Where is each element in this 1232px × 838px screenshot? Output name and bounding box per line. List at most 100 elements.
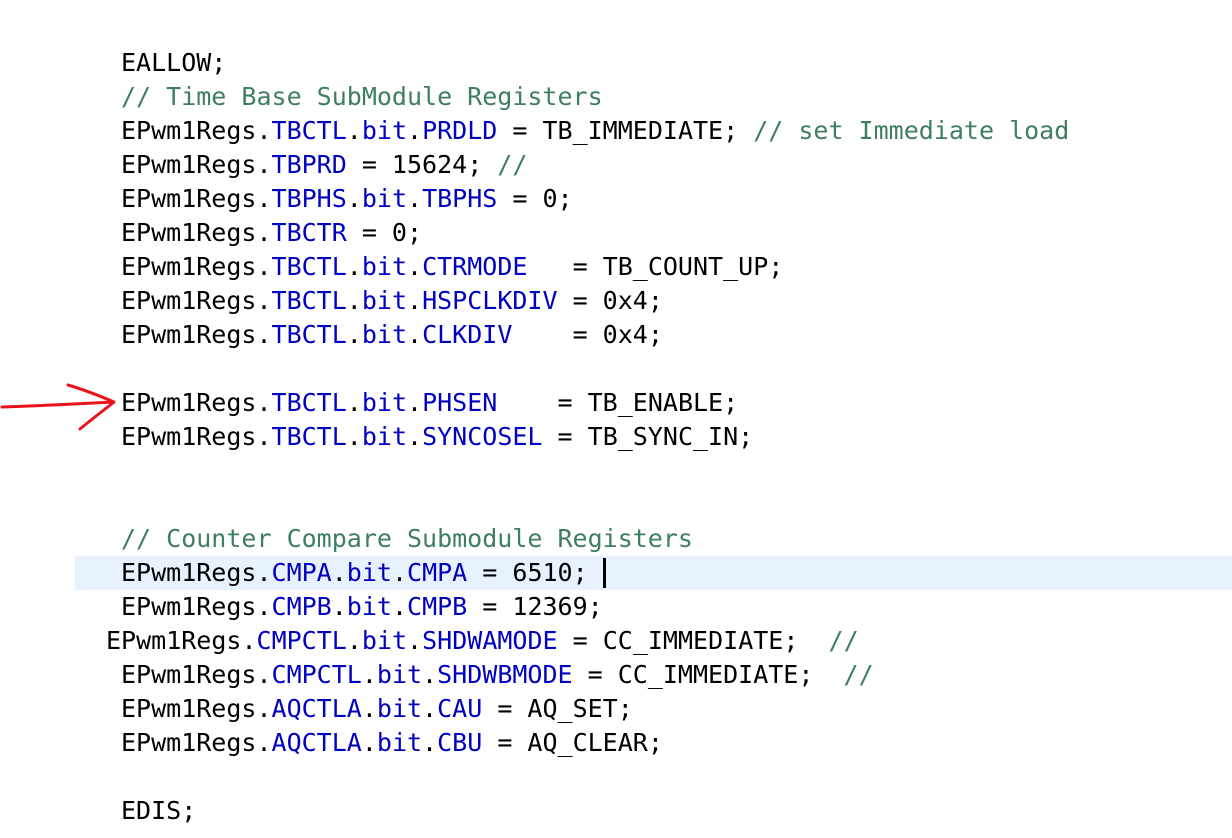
code-line[interactable]: EPwm1Regs.TBPRD = 15624; // — [0, 148, 1232, 182]
code-token: . — [346, 626, 362, 655]
code-field-token: TBCTL — [271, 422, 347, 451]
code-line[interactable]: EPwm1Regs.TBPHS.bit.TBPHS = 0; — [0, 182, 1232, 216]
code-field-token: CMPB — [407, 592, 468, 621]
code-line[interactable]: // Counter Compare Submodule Registers — [0, 522, 1232, 556]
code-token: EDIS; — [121, 796, 197, 825]
code-line[interactable]: EPwm1Regs.CMPCTL.bit.SHDWAMODE = CC_IMME… — [0, 624, 1232, 658]
code-token: EPwm1Regs. — [121, 422, 272, 451]
code-token: EPwm1Regs. — [121, 320, 272, 349]
code-token: EPwm1Regs. — [121, 694, 272, 723]
code-field-token: CMPB — [271, 592, 332, 621]
code-field-token: bit — [361, 252, 407, 281]
code-field-token: SHDWBMODE — [437, 660, 573, 689]
code-comment: // set Immediate load — [753, 116, 1070, 145]
code-field-token: CMPA — [271, 558, 332, 587]
code-token: . — [331, 592, 347, 621]
code-field-token: TBCTL — [271, 116, 347, 145]
code-line[interactable]: // Time Base SubModule Registers — [0, 80, 1232, 114]
code-token: . — [346, 252, 362, 281]
code-line[interactable] — [0, 454, 1232, 488]
code-field-token: AQCTLA — [271, 728, 362, 757]
code-token: = 0; — [497, 184, 573, 213]
code-token: EPwm1Regs. — [121, 660, 272, 689]
code-token: . — [407, 320, 423, 349]
code-field-token: SHDWAMODE — [422, 626, 558, 655]
code-token: . — [346, 422, 362, 451]
code-token: . — [407, 184, 423, 213]
code-line[interactable] — [0, 760, 1232, 794]
code-token: = 0; — [346, 218, 423, 247]
code-token: . — [407, 626, 423, 655]
code-field-token: PHSEN — [422, 388, 498, 417]
code-line[interactable]: EPwm1Regs.AQCTLA.bit.CAU = AQ_SET; — [0, 692, 1232, 726]
code-line[interactable]: EPwm1Regs.TBCTL.bit.SYNCOSEL = TB_SYNC_I… — [0, 420, 1232, 454]
code-field-token: bit — [361, 286, 407, 315]
code-field-token: bit — [361, 422, 407, 451]
code-editor[interactable]: EALLOW; // Time Base SubModule Registers E… — [0, 0, 1232, 838]
code-field-token: CMPCTL — [256, 626, 347, 655]
code-token: . — [346, 388, 362, 417]
code-token: . — [407, 422, 423, 451]
code-line[interactable]: EALLOW; — [0, 46, 1232, 80]
code-comment: // Counter Compare Submodule Registers — [121, 524, 693, 553]
code-line[interactable]: EPwm1Regs.TBCTL.bit.PRDLD = TB_IMMEDIATE… — [0, 114, 1232, 148]
code-field-token: TBCTL — [271, 286, 347, 315]
code-field-token: SYNCOSEL — [422, 422, 543, 451]
code-token: = TB_SYNC_IN; — [542, 422, 754, 451]
code-token: EPwm1Regs. — [121, 592, 272, 621]
code-line[interactable]: EPwm1Regs.TBCTL.bit.CTRMODE = TB_COUNT_U… — [0, 250, 1232, 284]
code-token: = AQ_SET; — [482, 694, 633, 723]
code-token: = TB_IMMEDIATE; — [497, 116, 754, 145]
code-field-token: HSPCLKDIV — [422, 286, 558, 315]
code-line[interactable]: EDIS; — [0, 794, 1232, 828]
code-field-token: bit — [361, 184, 407, 213]
code-field-token: bit — [361, 626, 408, 655]
code-line[interactable] — [0, 352, 1232, 386]
code-token: EPwm1Regs. — [121, 388, 272, 417]
code-line[interactable]: EPwm1Regs.TBCTR = 0; — [0, 216, 1232, 250]
code-token: = 6510; — [467, 558, 603, 587]
code-token: = TB_ENABLE; — [497, 388, 739, 417]
code-line[interactable] — [0, 488, 1232, 522]
code-token: . — [391, 592, 408, 621]
code-token: . — [346, 116, 362, 145]
code-token: . — [407, 252, 423, 281]
code-comment: // — [497, 150, 528, 179]
code-token: . — [346, 286, 362, 315]
code-token: EPwm1Regs. — [121, 558, 272, 587]
code-field-token: bit — [376, 694, 423, 723]
code-line[interactable]: EPwm1Regs.CMPCTL.bit.SHDWBMODE = CC_IMME… — [0, 658, 1232, 692]
code-line[interactable]: EPwm1Regs.CMPA.bit.CMPA = 6510; — [75, 556, 1232, 590]
code-comment: // — [843, 660, 874, 689]
code-token: EPwm1Regs. — [121, 184, 272, 213]
code-token: . — [361, 728, 377, 757]
code-field-token: TBCTL — [271, 320, 347, 349]
code-token: . — [361, 694, 377, 723]
code-field-token: TBCTL — [271, 252, 347, 281]
code-line[interactable]: EPwm1Regs.TBCTL.bit.HSPCLKDIV = 0x4; — [0, 284, 1232, 318]
code-token: = TB_COUNT_UP; — [527, 252, 784, 281]
code-comment: // Time Base SubModule Registers — [121, 82, 603, 111]
code-token: = 15624; — [346, 150, 498, 179]
code-line[interactable]: EPwm1Regs.CMPB.bit.CMPB = 12369; — [0, 590, 1232, 624]
code-token: . — [407, 116, 423, 145]
code-token: . — [361, 660, 377, 689]
code-field-token: CLKDIV — [422, 320, 513, 349]
code-token: . — [407, 388, 423, 417]
code-field-token: TBCTL — [271, 388, 347, 417]
code-line[interactable]: EPwm1Regs.TBCTL.bit.CLKDIV = 0x4; — [0, 318, 1232, 352]
code-token: . — [346, 184, 362, 213]
code-line[interactable]: EPwm1Regs.TBCTL.bit.PHSEN = TB_ENABLE; — [0, 386, 1232, 420]
code-field-token: CBU — [437, 728, 483, 757]
code-token: . — [331, 558, 347, 587]
code-token: EPwm1Regs. — [106, 626, 257, 655]
code-token: EPwm1Regs. — [121, 252, 272, 281]
code-token: = 0x4; — [557, 286, 663, 315]
code-field-token: TBCTR — [271, 218, 347, 247]
code-line[interactable]: EPwm1Regs.AQCTLA.bit.CBU = AQ_CLEAR; — [0, 726, 1232, 760]
code-field-token: TBPHS — [271, 184, 347, 213]
code-token: EPwm1Regs. — [121, 728, 272, 757]
code-token: EALLOW; — [121, 48, 227, 77]
code-token: . — [422, 694, 438, 723]
code-token: = AQ_CLEAR; — [482, 728, 663, 757]
